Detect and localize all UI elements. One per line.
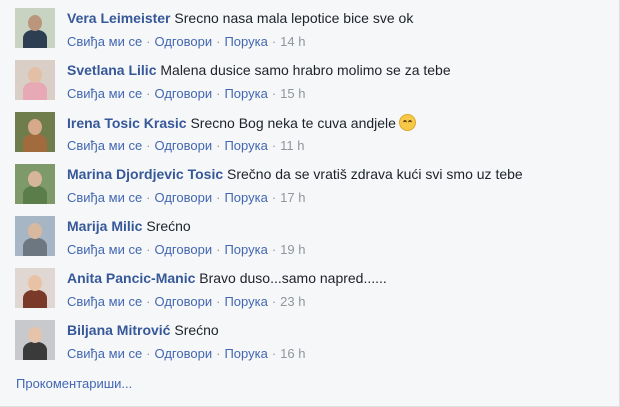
comment-text: Srecno Bog neka te cuva andjele xyxy=(190,115,396,131)
avatar[interactable] xyxy=(15,8,55,48)
comment-text: Malena dusice samo hrabro molimo se za t… xyxy=(160,62,451,78)
message-link[interactable]: Порука xyxy=(224,346,267,361)
reply-link[interactable]: Одговори xyxy=(155,294,213,309)
comment-item: Irena Tosic Krasic Srecno Bog neka te cu… xyxy=(15,112,605,164)
comment-item: Marija Milic Srećno Свиђа ми се · Одговори… xyxy=(15,216,605,268)
comment-text: Bravo duso...samo napred...... xyxy=(199,270,387,286)
comment-time[interactable]: 23 h xyxy=(280,294,305,309)
comment-item: Vera Leimeister Srecno nasa mala lepotic… xyxy=(15,8,605,60)
comment-time[interactable]: 16 h xyxy=(280,346,305,361)
avatar[interactable] xyxy=(15,320,55,360)
like-link[interactable]: Свиђа ми се xyxy=(67,294,142,309)
comment-time[interactable]: 17 h xyxy=(280,190,305,205)
like-link[interactable]: Свиђа ми се xyxy=(67,242,142,257)
avatar[interactable] xyxy=(15,112,55,152)
comment-author[interactable]: Marina Djordjevic Tosic xyxy=(67,166,223,182)
message-link[interactable]: Порука xyxy=(224,294,267,309)
comment-author[interactable]: Marija Milic xyxy=(67,218,142,234)
comment-text: Srećno xyxy=(174,322,219,338)
reply-link[interactable]: Одговори xyxy=(155,34,213,49)
comment-time[interactable]: 19 h xyxy=(280,242,305,257)
avatar[interactable] xyxy=(15,164,55,204)
like-link[interactable]: Свиђа ми се xyxy=(67,190,142,205)
like-link[interactable]: Свиђа ми се xyxy=(67,86,142,101)
like-link[interactable]: Свиђа ми се xyxy=(67,34,142,49)
avatar[interactable] xyxy=(15,268,55,308)
comment-author[interactable]: Irena Tosic Krasic xyxy=(67,115,187,131)
grinning-emoji-icon xyxy=(398,114,416,131)
reply-link[interactable]: Одговори xyxy=(155,190,213,205)
message-link[interactable]: Порука xyxy=(224,138,267,153)
message-link[interactable]: Порука xyxy=(224,242,267,257)
reply-link[interactable]: Одговори xyxy=(155,242,213,257)
comment-author[interactable]: Anita Pancic-Manic xyxy=(67,270,195,286)
avatar[interactable] xyxy=(15,60,55,100)
message-link[interactable]: Порука xyxy=(224,190,267,205)
reply-link[interactable]: Одговори xyxy=(155,346,213,361)
comment-author[interactable]: Biljana Mitrović xyxy=(67,322,170,338)
comment-author[interactable]: Vera Leimeister xyxy=(67,10,171,26)
comment-text: Srećno xyxy=(146,218,191,234)
comments-panel: Vera Leimeister Srecno nasa mala lepotic… xyxy=(0,0,620,407)
reply-link[interactable]: Одговори xyxy=(155,86,213,101)
comment-text: Srecno nasa mala lepotice bice sve ok xyxy=(174,10,414,26)
comment-item: Svetlana Lilic Malena dusice samo hrabro… xyxy=(15,60,605,112)
comment-time[interactable]: 11 h xyxy=(280,138,304,153)
message-link[interactable]: Порука xyxy=(224,86,267,101)
comment-time[interactable]: 14 h xyxy=(280,34,305,49)
write-comment-link[interactable]: Прокоментариши... xyxy=(16,376,132,391)
avatar[interactable] xyxy=(15,216,55,256)
comment-item: Marina Djordjevic Tosic Srečno da se vra… xyxy=(15,164,605,216)
comment-text: Srečno da se vratiš zdrava kući svi smo … xyxy=(227,166,523,182)
comment-item: Anita Pancic-Manic Bravo duso...samo nap… xyxy=(15,268,605,320)
like-link[interactable]: Свиђа ми се xyxy=(67,138,142,153)
message-link[interactable]: Порука xyxy=(224,34,267,49)
reply-link[interactable]: Одговори xyxy=(155,138,213,153)
comment-time[interactable]: 15 h xyxy=(280,86,305,101)
comment-item: Biljana Mitrović Srećno Свиђа ми се · Одго… xyxy=(15,320,605,372)
comment-author[interactable]: Svetlana Lilic xyxy=(67,62,156,78)
like-link[interactable]: Свиђа ми се xyxy=(67,346,142,361)
